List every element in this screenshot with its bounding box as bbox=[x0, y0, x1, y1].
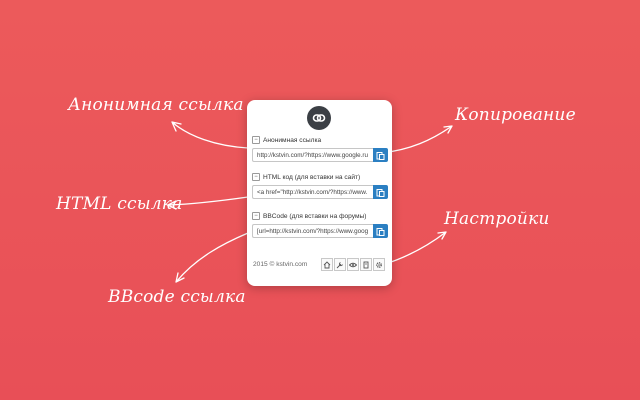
clipboard-icon bbox=[376, 151, 385, 160]
gear-icon[interactable] bbox=[373, 258, 385, 271]
footer-toolbar bbox=[320, 258, 385, 271]
clipboard-icon bbox=[376, 188, 385, 197]
extension-popup: − Анонимная ссылка http://kstvin.com/?ht… bbox=[247, 100, 392, 286]
anonymous-link-field[interactable]: http://kstvin.com/?https://www.google.ru bbox=[252, 148, 373, 162]
arrow-html-link bbox=[167, 196, 249, 210]
arrow-bbcode-link bbox=[175, 232, 249, 283]
eye-icon[interactable] bbox=[347, 258, 359, 271]
arrow-anonymous-link bbox=[171, 121, 249, 149]
collapse-icon[interactable]: − bbox=[252, 173, 260, 181]
copy-bbcode-button[interactable] bbox=[373, 224, 388, 238]
book-icon[interactable] bbox=[360, 258, 372, 271]
collapse-icon[interactable]: − bbox=[252, 212, 260, 220]
bbcode-toggle[interactable]: − BBCode (для вставки на форумы) bbox=[252, 212, 366, 220]
link-chain-icon bbox=[307, 106, 331, 130]
clipboard-icon bbox=[376, 227, 385, 236]
html-code-toggle[interactable]: − HTML код (для вставки на сайт) bbox=[252, 173, 360, 181]
home-icon[interactable] bbox=[321, 258, 333, 271]
copy-anonymous-link-button[interactable] bbox=[373, 148, 388, 162]
tools-icon[interactable] bbox=[334, 258, 346, 271]
html-code-field[interactable]: <a href="http://kstvin.com/?https://www. bbox=[252, 185, 373, 199]
bbcode-label: BBCode (для вставки на форумы) bbox=[263, 212, 367, 220]
collapse-icon[interactable]: − bbox=[252, 136, 260, 144]
copy-html-code-button[interactable] bbox=[373, 185, 388, 199]
html-code-label: HTML код (для вставки на сайт) bbox=[263, 173, 361, 181]
bbcode-field[interactable]: [url=http://kstvin.com/?https://www.goog bbox=[252, 224, 373, 238]
anonymous-link-toggle[interactable]: − Анонимная ссылка bbox=[252, 136, 321, 144]
anonymous-link-label: Анонимная ссылка bbox=[263, 136, 322, 144]
footer-copyright: 2015 © kstvin.com bbox=[253, 261, 308, 268]
